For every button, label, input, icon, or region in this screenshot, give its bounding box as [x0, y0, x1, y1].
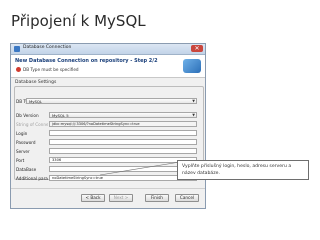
callout-pointer [99, 161, 181, 176]
callout-text: Vyplňte příslušný login, heslo, adresu s… [182, 164, 292, 176]
instruction-callout: Vyplňte příslušný login, heslo, adresu s… [177, 160, 309, 180]
